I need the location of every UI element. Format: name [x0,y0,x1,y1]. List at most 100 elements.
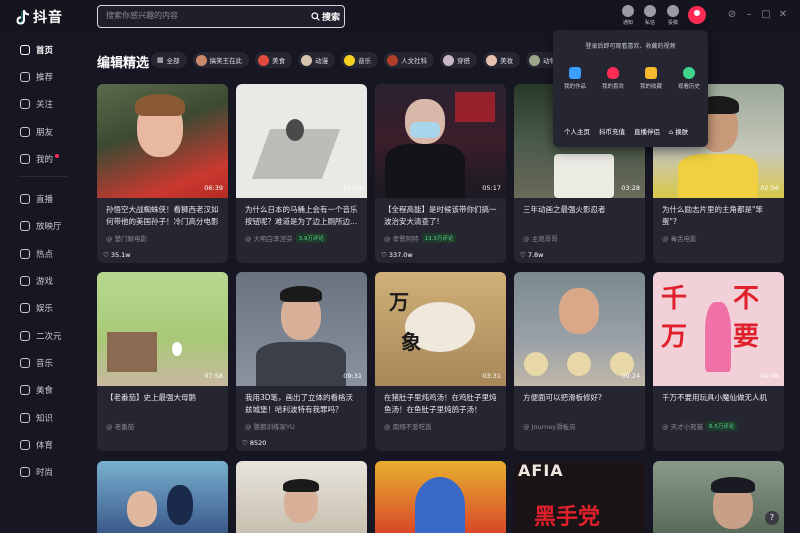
help-icon[interactable]: ? [765,511,779,525]
my-likes-button[interactable]: 我的喜欢 [599,67,627,90]
sidebar-item-music[interactable]: 音乐 [20,356,53,370]
video-author[interactable]: @ 憨鹅训练家YU [245,421,295,431]
douyin-logo[interactable]: 抖音 [14,7,63,27]
change-skin-button[interactable]: ⌂ 换肤 [669,126,688,136]
thumbnail-figure [524,352,548,376]
video-title[interactable]: 【老番茄】史上最强大母鹅 [106,392,221,404]
video-thumbnail[interactable] [514,272,645,386]
video-author[interactable]: @ 南翔不爱吃饭 [384,421,432,431]
upload-button[interactable]: 投稿 [662,5,684,26]
search-input[interactable]: 搜索你感兴趣的内容 [106,10,178,21]
sidebar-item-game[interactable]: 游戏 [20,274,53,288]
video-title[interactable]: 孙悟空大战蜘蛛侠！看狮西老汉如何带他的美国孙子！冷门高分电影 [106,204,221,228]
sidebar-item-fashion[interactable]: 时尚 [20,465,53,479]
video-card[interactable]: 千 不 万 要 04:06 千万不要用玩具小魔仙做无人机 @ 天才小熊猫 6.5万… [653,272,784,451]
sidebar-item-anime[interactable]: 二次元 [20,329,62,343]
video-author[interactable]: @ 毒舌电影 [662,233,697,243]
video-title[interactable]: 在猪肚子里炖鸡汤！在鸡肚子里炖鱼汤！在鱼肚子里炖鸽子汤！ [384,392,499,416]
chip-outfit[interactable]: 穿搭 [440,52,478,68]
video-thumbnail[interactable] [375,84,506,198]
video-author[interactable]: @ 孝警阿特 13.3万评论 [384,233,457,243]
video-thumbnail[interactable] [97,272,228,386]
video-thumbnail[interactable] [375,461,506,533]
video-author[interactable]: @ Journey滑板店 [523,421,576,431]
video-title[interactable]: 我用3D笔，画出了立体的看格沃兹城堡！哈利波特有我罪吗？ [245,392,360,416]
heart-outline-icon: ♡ [381,251,387,259]
chip-humanities[interactable]: 人文社科 [384,52,435,68]
chip-funny[interactable]: 搞笑王在此 [192,52,250,68]
my-favorites-button[interactable]: 我的收藏 [637,67,665,90]
video-title[interactable]: 【全程高能】是时候该带你们搞一波治安大清查了! [384,204,499,228]
video-title[interactable]: 为什么日本的马桶上会有一个音乐按钮呢？难道是为了边上厕所边... [245,204,360,228]
popup-actions: 个人主页 抖币充值 直播伴侣 ⌂ 换肤 [564,126,688,136]
video-thumbnail[interactable] [97,461,228,533]
search-button[interactable]: 搜索 [311,9,340,24]
watch-history-button[interactable]: 观看历史 [675,67,703,90]
video-author[interactable]: @ 老番茄 [106,421,134,431]
sidebar-item-recommend[interactable]: 推荐 [20,70,53,84]
chip-all[interactable]: ▦ 全部 [151,52,187,68]
sidebar-item-friends[interactable]: 朋友 [20,125,53,139]
thumbnail-hair [283,479,319,492]
video-thumbnail[interactable]: ? [653,461,784,533]
close-icon[interactable]: ✕ [777,9,789,21]
follow-icon [20,99,30,109]
live-companion-link[interactable]: 直播伴侣 [634,126,660,136]
video-card[interactable]: 万 象 03:31 在猪肚子里炖鸡汤！在鸡肚子里炖鱼汤！在鱼肚子里炖鸽子汤！ @… [375,272,506,451]
video-thumbnail[interactable] [236,84,367,198]
video-thumbnail[interactable]: 千 不 万 要 [653,272,784,386]
recharge-link[interactable]: 抖币充值 [599,126,625,136]
chip-food[interactable]: 美食 [255,52,293,68]
video-thumbnail[interactable]: 万 象 [375,272,506,386]
sidebar-item-sports[interactable]: 体育 [20,438,53,452]
sidebar-item-hot[interactable]: 热点 [20,247,53,261]
shield-icon[interactable]: ⊘ [726,9,738,21]
heart-outline-icon: ♡ [520,251,526,259]
thumbnail-mask [410,122,440,138]
sidebar-item-food[interactable]: 美食 [20,383,53,397]
avatar[interactable] [688,6,706,24]
search-box[interactable]: 搜索你感兴趣的内容 搜索 [97,5,345,28]
chip-music[interactable]: 音乐 [341,52,379,68]
video-title[interactable]: 方便面可以把滑板修好? [523,392,638,404]
profile-page-link[interactable]: 个人主页 [564,126,590,136]
messages-button[interactable]: 私信 [639,5,661,26]
video-card[interactable]: ♡ 35.1w 06:39 孙悟空大战蜘蛛侠！看狮西老汉如何带他的美国孙子！冷门高… [97,84,228,263]
tiktok-note-icon [14,9,30,26]
chip-avatar [387,54,399,66]
thumbnail-figure [256,342,346,386]
chip-beauty[interactable]: 美妆 [483,52,521,68]
video-author[interactable]: @ 主观哥哥 [523,233,558,243]
theater-icon [20,221,30,231]
video-thumbnail[interactable]: AFIA 黑手党 [514,461,645,533]
sidebar-item-live[interactable]: 直播 [20,192,53,206]
video-thumbnail[interactable] [236,272,367,386]
video-author[interactable]: @ 楚门聊电影 [106,233,147,243]
maximize-icon[interactable]: □ [760,9,772,21]
sidebar-item-home[interactable]: 首页 [20,43,53,57]
video-author[interactable]: @ 大明白李涅芬 3.9万评论 [245,233,327,243]
sidebar-item-entertainment[interactable]: 娱乐 [20,301,53,315]
notification-dot [55,154,60,158]
notification-button[interactable]: 通知 [617,5,639,26]
video-card[interactable]: 01:09 为什么日本的马桶上会有一个音乐按钮呢？难道是为了边上厕所边... @… [236,84,367,263]
comment-badge: 6.5万评论 [706,421,738,431]
chip-anime[interactable]: 动漫 [298,52,336,68]
video-title[interactable]: 三年动画之最强火影忍者 [523,204,638,216]
video-title[interactable]: 为什么励志片里的主角都是"笨蛋"? [662,204,777,228]
video-card[interactable]: ♡ 337.0w 05:17 【全程高能】是时候该带你们搞一波治安大清查了! @ … [375,84,506,263]
sidebar-item-follow[interactable]: 关注 [20,97,53,111]
my-works-button[interactable]: 我的作品 [561,67,589,90]
video-card[interactable]: 09:24 方便面可以把滑板修好? @ Journey滑板店 [514,272,645,451]
sidebar-item-mine[interactable]: 我的 [20,152,60,166]
upload-icon [667,5,679,17]
video-card[interactable]: 07:58 【老番茄】史上最强大母鹅 @ 老番茄 [97,272,228,451]
video-card[interactable]: ♡ 8520 09:31 我用3D笔，画出了立体的看格沃兹城堡！哈利波特有我罪吗？… [236,272,367,451]
sidebar-item-theater[interactable]: 放映厅 [20,219,62,233]
sidebar-item-knowledge[interactable]: 知识 [20,411,53,425]
video-title[interactable]: 千万不要用玩具小魔仙做无人机 [662,392,777,404]
video-thumbnail[interactable] [236,461,367,533]
minimize-icon[interactable]: – [743,9,755,21]
video-author[interactable]: @ 天才小熊猫 6.5万评论 [662,421,738,431]
video-thumbnail[interactable] [97,84,228,198]
